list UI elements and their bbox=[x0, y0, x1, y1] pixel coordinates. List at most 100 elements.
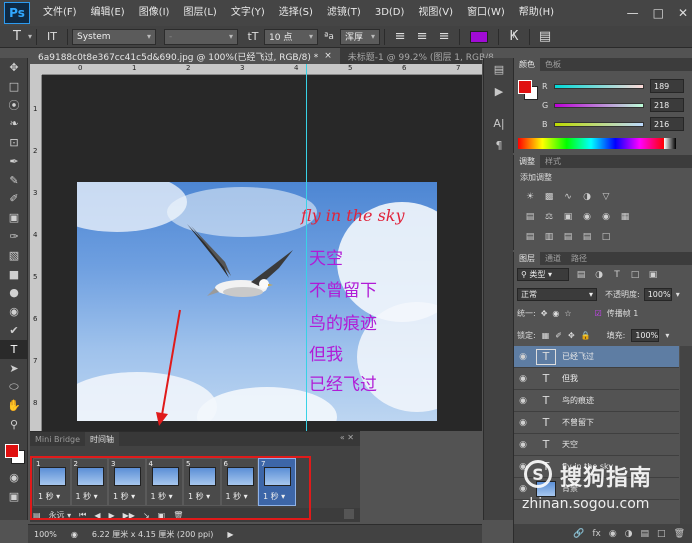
visibility-eye-icon[interactable]: ◉ bbox=[514, 374, 532, 384]
photo-filter-icon[interactable]: ◉ bbox=[581, 211, 593, 223]
filter-type-icon[interactable]: T bbox=[611, 269, 623, 281]
antialias-select[interactable]: 浑厚 ▾ bbox=[340, 28, 381, 45]
new-group-icon[interactable]: ▤ bbox=[641, 529, 650, 539]
red-value[interactable]: 189 bbox=[650, 79, 684, 93]
unify-style-icon[interactable]: ☆ bbox=[564, 309, 571, 318]
foreground-color-swatch[interactable] bbox=[5, 443, 19, 458]
tab-document-2[interactable]: 未标题-1 @ 99.2% (图层 1, RGB/8 bbox=[340, 48, 502, 64]
horizontal-ruler[interactable]: 012345678 bbox=[42, 64, 514, 75]
filter-smart-object-icon[interactable]: ▣ bbox=[647, 269, 659, 281]
brightness-contrast-icon[interactable]: ☀ bbox=[524, 191, 536, 203]
doc-info-icon[interactable]: ◉ bbox=[71, 530, 78, 539]
menu-select[interactable]: 选择(S) bbox=[272, 0, 320, 26]
selective-color-icon[interactable]: □ bbox=[600, 231, 612, 243]
lasso-tool-icon[interactable]: ⦿ bbox=[0, 96, 28, 115]
green-value[interactable]: 218 bbox=[650, 98, 684, 112]
align-left-icon[interactable]: ≡ bbox=[389, 28, 411, 46]
vertical-ruler[interactable]: 1 2 3 4 5 6 7 8 bbox=[30, 75, 42, 431]
type-tool-icon[interactable]: T bbox=[0, 339, 28, 359]
curves-icon[interactable]: ∿ bbox=[562, 191, 574, 203]
tab-styles[interactable]: 样式 bbox=[540, 155, 566, 168]
paragraph-panel-icon[interactable]: ¶ bbox=[484, 134, 514, 156]
chevron-down-icon[interactable]: ▾ bbox=[665, 331, 669, 340]
lock-pixels-icon[interactable]: ✐ bbox=[555, 331, 562, 340]
quick-mask-icon[interactable]: ◉ bbox=[0, 468, 28, 487]
hand-tool-icon[interactable]: ✋ bbox=[0, 396, 28, 415]
new-adjustment-icon[interactable]: ◑ bbox=[625, 529, 633, 539]
new-layer-icon[interactable]: □ bbox=[657, 529, 666, 539]
menu-type[interactable]: 文字(Y) bbox=[224, 0, 272, 26]
tool-preset-arrow-icon[interactable]: ▾ bbox=[28, 32, 32, 41]
text-orientation-icon[interactable]: IT bbox=[41, 28, 63, 46]
status-menu-icon[interactable]: ▶ bbox=[227, 530, 233, 539]
ruler-corner[interactable] bbox=[30, 64, 42, 75]
menu-view[interactable]: 视图(V) bbox=[411, 0, 460, 26]
tab-adjustments[interactable]: 调整 bbox=[514, 155, 540, 168]
levels-icon[interactable]: ▩ bbox=[543, 191, 555, 203]
visibility-eye-icon[interactable]: ◉ bbox=[514, 396, 532, 406]
blur-tool-icon[interactable]: ● bbox=[0, 284, 28, 303]
close-tab-icon[interactable]: × bbox=[324, 51, 332, 61]
color-balance-icon[interactable]: ⚖ bbox=[543, 211, 555, 223]
propagate-checkbox[interactable]: ☑ bbox=[595, 309, 602, 318]
layer-filter-select[interactable]: ⚲ 类型 ▾ bbox=[517, 268, 569, 281]
menu-layer[interactable]: 图层(L) bbox=[176, 0, 223, 26]
unify-visibility-icon[interactable]: ◉ bbox=[552, 309, 559, 318]
filter-adjustment-icon[interactable]: ◑ bbox=[593, 269, 605, 281]
healing-brush-tool-icon[interactable]: ✎ bbox=[0, 171, 28, 190]
quick-select-tool-icon[interactable]: ❧ bbox=[0, 114, 28, 133]
fill-input[interactable]: 100% bbox=[631, 329, 660, 342]
document-image[interactable]: fly in the sky 天空 不曾留下 鸟的痕迹 但我 已经飞过 bbox=[77, 182, 437, 421]
guide-line[interactable] bbox=[306, 64, 307, 431]
move-tool-icon[interactable]: ✥ bbox=[0, 58, 28, 77]
tab-document-1[interactable]: 6a9188c0t8e367cc41c5d&690.jpg @ 100%(已经飞… bbox=[30, 48, 340, 64]
character-panel-icon[interactable]: ▤ bbox=[534, 28, 556, 46]
pen-tool-icon[interactable]: ✔ bbox=[0, 321, 28, 340]
font-family-select[interactable]: System ▾ bbox=[72, 28, 157, 45]
maximize-icon[interactable]: □ bbox=[653, 6, 664, 20]
green-slider[interactable]: G 218 bbox=[542, 98, 688, 112]
foreground-color-swatch[interactable] bbox=[518, 80, 532, 94]
tab-mini-bridge[interactable]: Mini Bridge bbox=[30, 432, 85, 446]
tab-channels[interactable]: 通道 bbox=[540, 252, 566, 265]
zoom-level[interactable]: 100% bbox=[34, 530, 57, 539]
clone-stamp-tool-icon[interactable]: ▣ bbox=[0, 208, 28, 227]
menu-image[interactable]: 图像(I) bbox=[132, 0, 177, 26]
menu-help[interactable]: 帮助(H) bbox=[512, 0, 561, 26]
character-panel-icon[interactable]: A| bbox=[484, 112, 514, 134]
threshold-icon[interactable]: ▤ bbox=[562, 231, 574, 243]
exposure-icon[interactable]: ◑ bbox=[581, 191, 593, 203]
swap-colors-icon[interactable] bbox=[0, 434, 28, 442]
brush-tool-icon[interactable]: ✐ bbox=[0, 190, 28, 209]
tab-swatches[interactable]: 色板 bbox=[540, 58, 566, 71]
warp-text-icon[interactable]: Ҝ bbox=[503, 28, 525, 46]
lock-all-icon[interactable]: 🔒 bbox=[581, 331, 591, 340]
zoom-tool-icon[interactable]: ⚲ bbox=[0, 415, 28, 434]
red-slider[interactable]: R 189 bbox=[542, 79, 688, 93]
visibility-eye-icon[interactable]: ◉ bbox=[514, 440, 532, 450]
black-white-icon[interactable]: ▣ bbox=[562, 211, 574, 223]
blend-mode-select[interactable]: 正常 ▾ bbox=[517, 288, 597, 301]
add-mask-icon[interactable]: ◉ bbox=[609, 529, 617, 539]
invert-icon[interactable]: ▤ bbox=[524, 231, 536, 243]
blue-value[interactable]: 216 bbox=[650, 117, 684, 131]
menu-file[interactable]: 文件(F) bbox=[36, 0, 84, 26]
marquee-tool-icon[interactable]: □ bbox=[0, 77, 28, 96]
channel-mixer-icon[interactable]: ◉ bbox=[600, 211, 612, 223]
history-panel-icon[interactable]: ▤ bbox=[484, 58, 514, 80]
type-tool-icon[interactable]: T bbox=[6, 28, 28, 46]
screen-mode-icon[interactable]: ▣ bbox=[0, 487, 28, 506]
minimize-icon[interactable]: — bbox=[627, 6, 639, 20]
delete-layer-icon[interactable]: 🗑 bbox=[674, 529, 685, 539]
color-spectrum[interactable] bbox=[518, 138, 664, 149]
visibility-eye-icon[interactable]: ◉ bbox=[514, 352, 532, 362]
tab-timeline[interactable]: 时间轴 bbox=[85, 432, 120, 446]
eraser-tool-icon[interactable]: ▧ bbox=[0, 246, 28, 265]
layer-row[interactable]: ◉ T 天空 bbox=[514, 434, 679, 456]
layer-row[interactable]: ◉ T 鸟的痕迹 bbox=[514, 390, 679, 412]
color-lookup-icon[interactable]: ▦ bbox=[619, 211, 631, 223]
tab-color[interactable]: 颜色 bbox=[514, 58, 540, 71]
lock-position-icon[interactable]: ✥ bbox=[568, 331, 575, 340]
align-center-icon[interactable]: ≡ bbox=[411, 28, 433, 46]
filter-pixel-icon[interactable]: ▤ bbox=[575, 269, 587, 281]
